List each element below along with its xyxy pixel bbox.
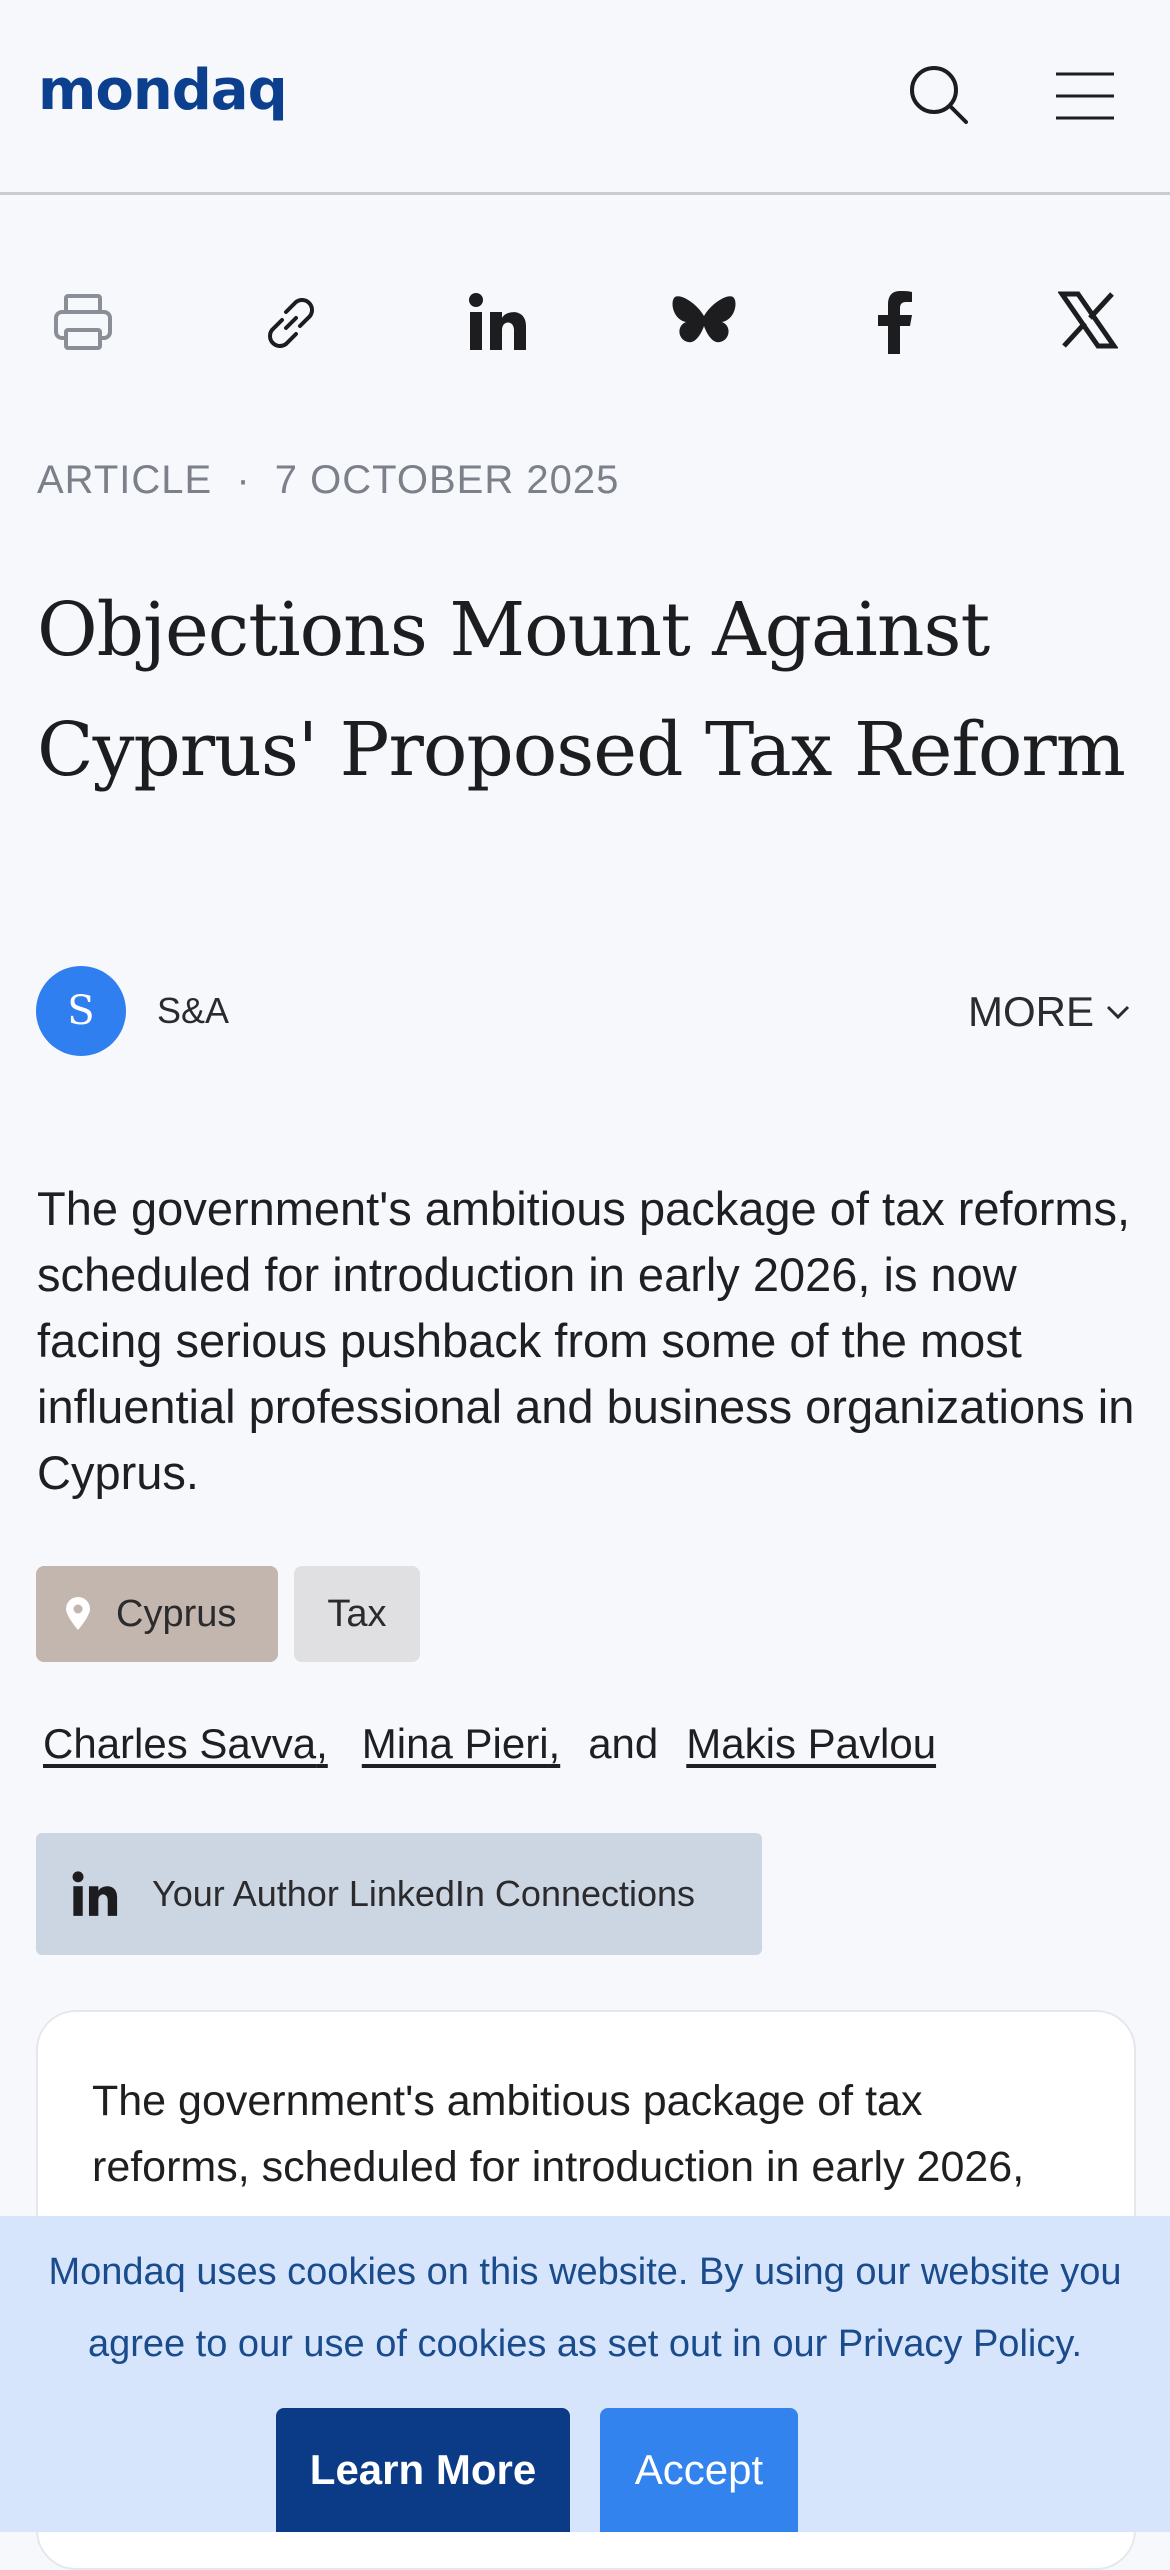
facebook-icon[interactable] [872,290,916,361]
article-body-preview: The government's ambitious package of ta… [92,2077,1025,2191]
share-toolbar [0,290,1170,370]
cookie-banner: Mondaq uses cookies on this website. By … [0,2216,1170,2532]
more-label: MORE [968,988,1094,1035]
link-icon[interactable] [258,290,324,361]
site-header: mondaq [0,0,1170,195]
search-icon[interactable] [906,62,972,133]
linkedin-icon [72,1871,118,1916]
linkedin-connections-label: Your Author LinkedIn Connections [152,1873,696,1914]
tag-cyprus[interactable]: Cyprus [36,1566,278,1662]
avatar[interactable]: S [36,966,126,1056]
article-date: 7 OCTOBER 2025 [274,458,620,502]
tag-label: Tax [327,1592,387,1635]
tag-label: Cyprus [116,1592,237,1635]
meta-separator: · [236,458,251,502]
author-link[interactable]: Mina Pieri, [362,1720,560,1768]
article-title: Objections Mount Against Cyprus' Propose… [37,587,1126,793]
cookie-message: Mondaq uses cookies on this website. By … [48,2251,1122,2365]
author-link[interactable]: Charles Savva, [43,1720,328,1768]
tag-tax[interactable]: Tax [294,1566,420,1662]
firm-name[interactable]: S&A [157,990,229,1032]
mondaq-logo[interactable]: mondaq [38,58,288,123]
article-meta: ARTICLE · 7 OCTOBER 2025 [37,458,619,503]
x-icon[interactable] [1057,290,1119,355]
location-pin-icon [66,1597,90,1630]
chevron-down-icon [1106,1005,1130,1020]
author-list: Charles Savva, Mina Pieri, and Makis Pav… [43,1720,936,1768]
bluesky-icon[interactable] [670,290,738,357]
accept-button[interactable]: Accept [600,2408,798,2532]
learn-more-button[interactable]: Learn More [276,2408,570,2532]
article-summary: The government's ambitious package of ta… [37,1182,1135,1499]
article-type: ARTICLE [37,458,213,502]
linkedin-connections-button[interactable]: Your Author LinkedIn Connections [36,1833,762,1955]
authors-and: and [588,1720,659,1767]
menu-icon[interactable] [1054,70,1116,127]
author-link[interactable]: Makis Pavlou [686,1720,936,1768]
more-button[interactable]: MORE [968,988,1130,1036]
linkedin-icon[interactable] [466,290,532,361]
print-icon[interactable] [50,290,116,361]
